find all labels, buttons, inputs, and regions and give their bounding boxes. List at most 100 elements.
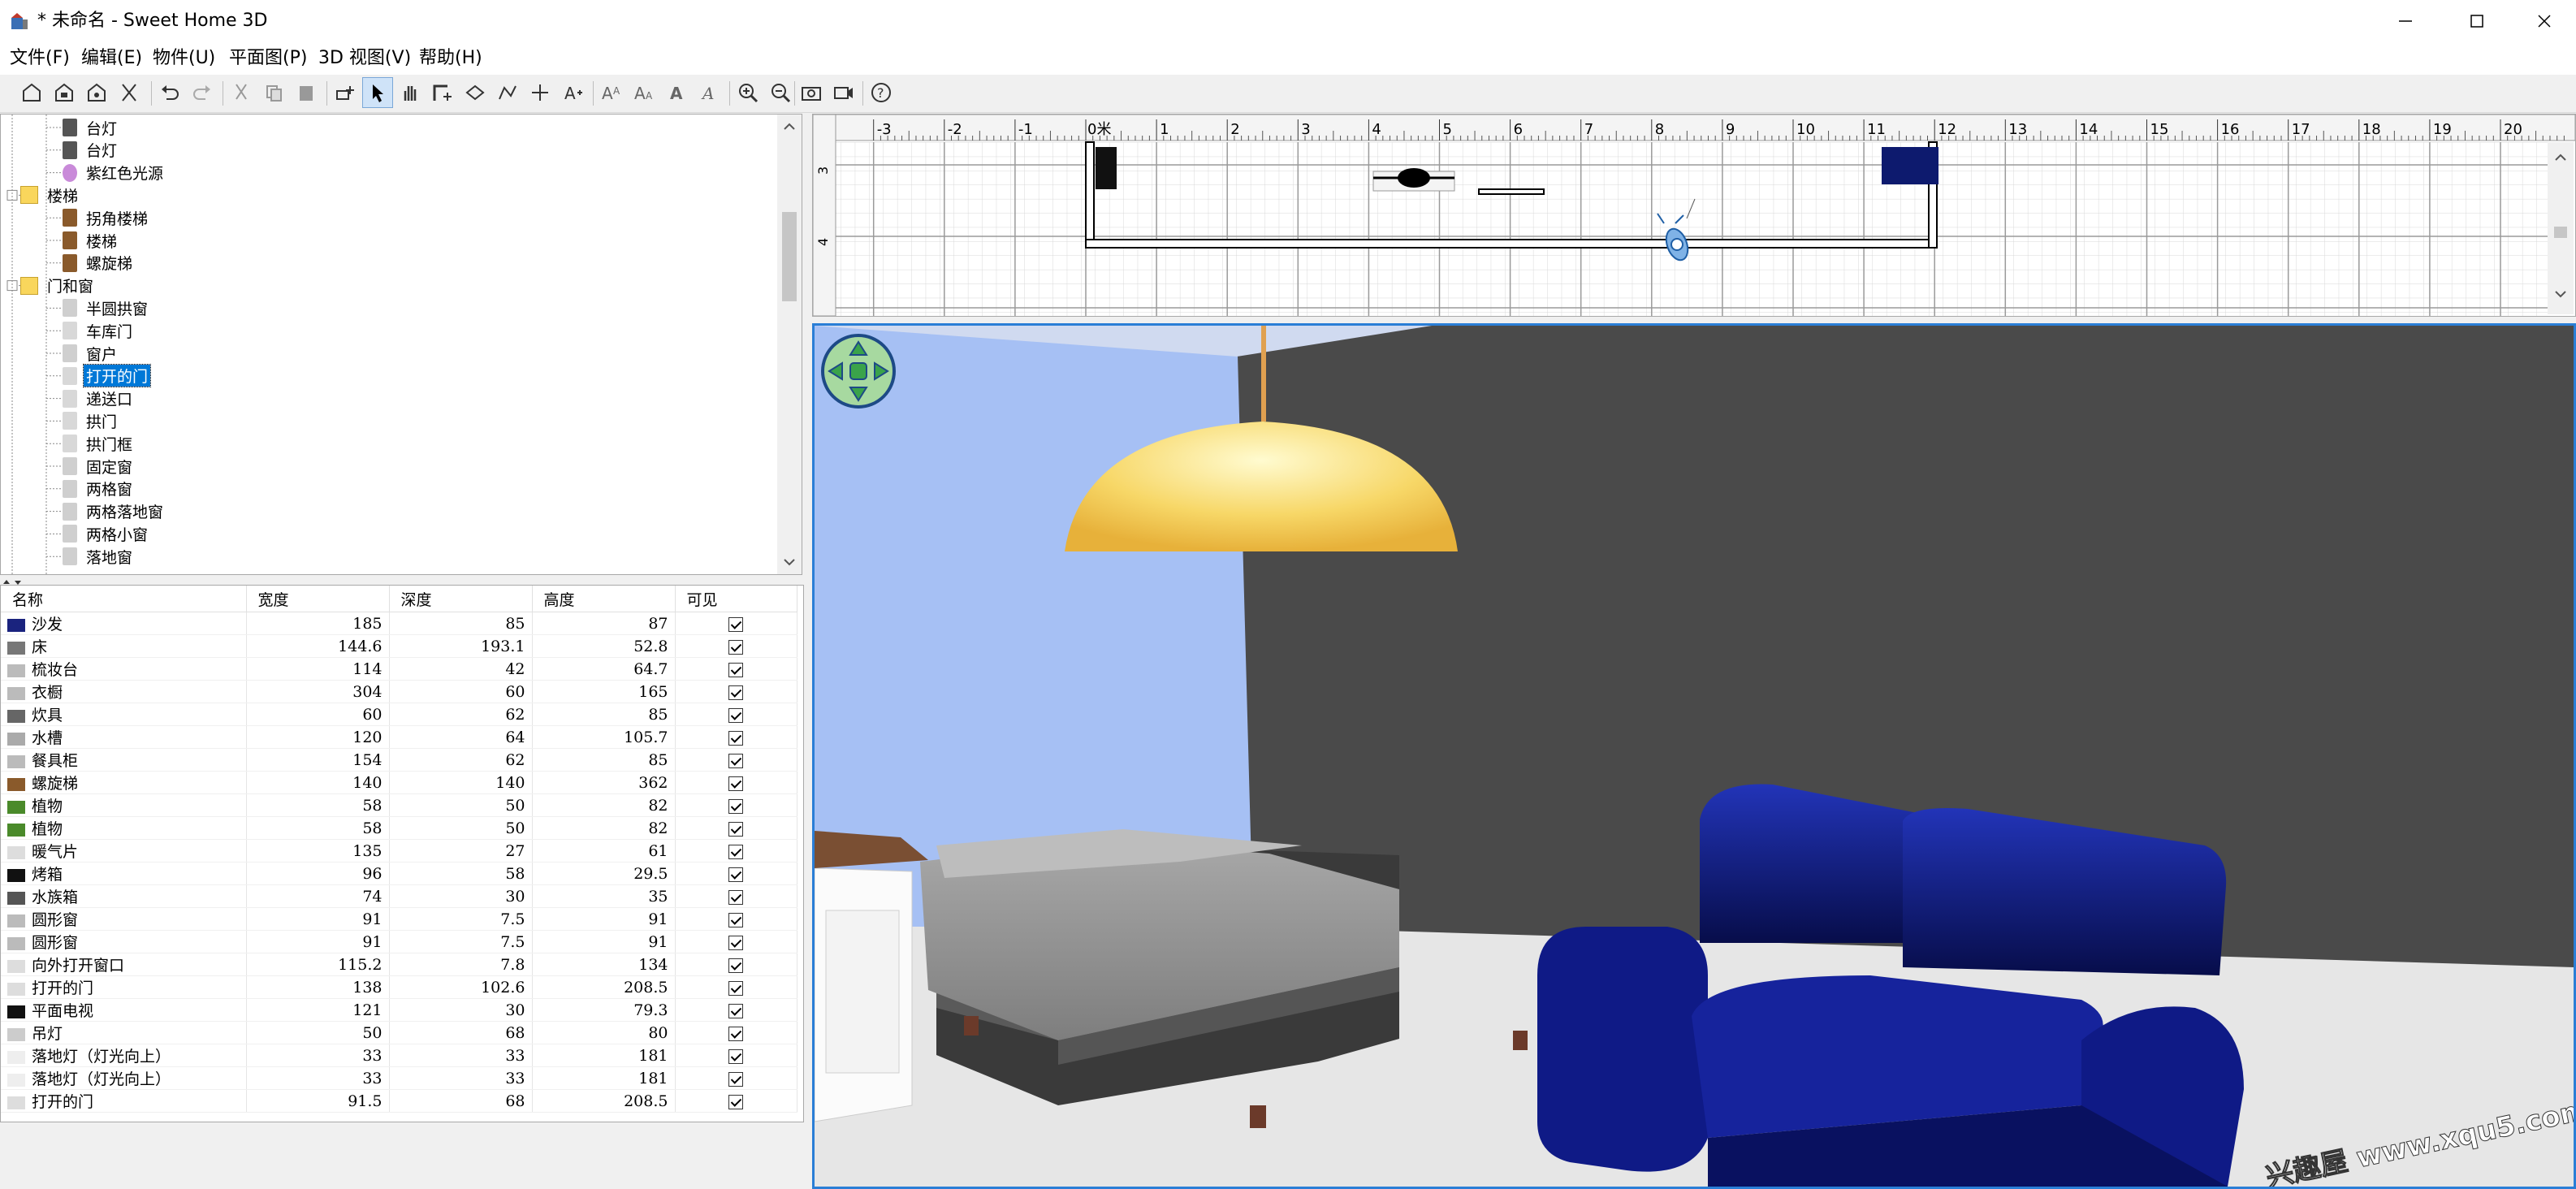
increase-text-button[interactable]: AA: [596, 77, 627, 108]
zoom-out-button[interactable]: [765, 77, 796, 108]
expander-icon[interactable]: [6, 189, 18, 201]
table-row[interactable]: 暖气片 135 27 61: [1, 839, 797, 863]
visible-checkbox[interactable]: [728, 958, 743, 973]
catalog-item[interactable]: 拱门: [63, 409, 119, 432]
visible-checkbox[interactable]: [728, 912, 743, 927]
table-row[interactable]: 圆形窗 91 7.5 91: [1, 907, 797, 931]
zoom-in-button[interactable]: [733, 77, 763, 108]
table-row[interactable]: 圆形窗 91 7.5 91: [1, 930, 797, 953]
visible-checkbox[interactable]: [728, 889, 743, 905]
visible-checkbox[interactable]: [728, 1071, 743, 1087]
table-row[interactable]: 沙发 185 85 87: [1, 612, 797, 635]
catalog-item[interactable]: 窗户: [63, 342, 119, 365]
catalog-scrollbar[interactable]: [777, 115, 802, 574]
plan-view[interactable]: 0米 -3 -2 -1 1 2 3 4 5 6 7 8 9 10 11 12 13 14 15 16 17 18 19 20…: [812, 114, 2576, 317]
visible-checkbox[interactable]: [728, 980, 743, 996]
help-button[interactable]: ?: [866, 77, 897, 108]
add-text-button[interactable]: A: [557, 77, 588, 108]
catalog-item[interactable]: 紫红色光源: [63, 162, 166, 184]
table-row[interactable]: 烤箱 96 58 29.5: [1, 862, 797, 885]
catalog-item[interactable]: 两格小窗: [63, 522, 150, 545]
redo-button[interactable]: [187, 77, 218, 108]
table-row[interactable]: 炊具 60 62 85: [1, 703, 797, 726]
maximize-button[interactable]: [2441, 0, 2513, 42]
cut-tool-button[interactable]: [114, 77, 145, 108]
menu-file[interactable]: 文件(F): [10, 46, 70, 71]
catalog-category[interactable]: 门和窗: [20, 275, 96, 297]
select-mode-button[interactable]: [362, 77, 393, 108]
create-walls-button[interactable]: [427, 77, 458, 108]
expander-icon[interactable]: [6, 280, 18, 292]
col-visible[interactable]: 可见: [675, 586, 797, 612]
table-row[interactable]: 植物 58 50 82: [1, 793, 797, 817]
visible-checkbox[interactable]: [728, 730, 743, 746]
visible-checkbox[interactable]: [728, 707, 743, 723]
visible-checkbox[interactable]: [728, 798, 743, 814]
table-row[interactable]: 打开的门 91.5 68 208.5: [1, 1089, 797, 1113]
visible-checkbox[interactable]: [728, 935, 743, 950]
table-row[interactable]: 梳妆台 114 42 64.7: [1, 657, 797, 681]
table-row[interactable]: 水族箱 74 30 35: [1, 884, 797, 908]
menu-3d-view[interactable]: 3D 视图(V): [318, 46, 411, 71]
col-width[interactable]: 宽度: [246, 586, 390, 612]
visible-checkbox[interactable]: [728, 685, 743, 700]
plan-furniture-item[interactable]: [1096, 147, 1117, 189]
visible-checkbox[interactable]: [728, 753, 743, 768]
visible-checkbox[interactable]: [728, 867, 743, 882]
undo-button[interactable]: [154, 77, 185, 108]
visible-checkbox[interactable]: [728, 639, 743, 655]
catalog-category[interactable]: 楼梯: [20, 184, 80, 206]
catalog-item[interactable]: 落地窗: [63, 545, 135, 568]
visible-checkbox[interactable]: [728, 844, 743, 859]
create-rooms-button[interactable]: [460, 77, 491, 108]
cut-button[interactable]: [226, 77, 257, 108]
col-height[interactable]: 高度: [532, 586, 676, 612]
table-row[interactable]: 餐具柜 154 62 85: [1, 748, 797, 772]
table-row[interactable]: 向外打开窗口 115.2 7.8 134: [1, 953, 797, 976]
table-row[interactable]: 螺旋梯 140 140 362: [1, 771, 797, 794]
minimize-button[interactable]: [2370, 0, 2441, 42]
visible-checkbox[interactable]: [728, 616, 743, 632]
3d-view[interactable]: 兴趣屋 www.xqu5.com: [812, 323, 2576, 1189]
navigation-arrows[interactable]: [821, 334, 896, 409]
copy-button[interactable]: [258, 77, 289, 108]
visible-checkbox[interactable]: [728, 1094, 743, 1109]
plan-canvas[interactable]: 0米 -3 -2 -1 1 2 3 4 5 6 7 8 9 10 11 12 13 14 15 16 17 18 19 20…: [813, 115, 2575, 316]
create-video-button[interactable]: [828, 77, 859, 108]
create-polylines-button[interactable]: [492, 77, 523, 108]
menu-edit[interactable]: 编辑(E): [81, 46, 142, 71]
table-row[interactable]: 吊灯 50 68 80: [1, 1021, 797, 1044]
catalog-item[interactable]: 拱门框: [63, 432, 135, 455]
catalog-item[interactable]: 台灯: [63, 116, 119, 139]
plan-sofa[interactable]: [1882, 147, 1938, 184]
visible-checkbox[interactable]: [728, 1048, 743, 1064]
plan-window[interactable]: [1478, 188, 1545, 195]
paste-button[interactable]: [291, 77, 322, 108]
catalog-item[interactable]: 螺旋梯: [63, 252, 135, 275]
open-button[interactable]: [49, 77, 80, 108]
catalog-item[interactable]: 半圆拱窗: [63, 296, 150, 319]
menu-plan[interactable]: 平面图(P): [229, 46, 307, 71]
decrease-text-button[interactable]: AA: [629, 77, 659, 108]
plan-scrollbar[interactable]: [2548, 142, 2574, 314]
new-home-button[interactable]: [16, 77, 47, 108]
horizontal-splitter[interactable]: [0, 575, 804, 585]
catalog-item[interactable]: 固定窗: [63, 455, 135, 478]
catalog-item[interactable]: 车库门: [63, 319, 135, 342]
menu-help[interactable]: 帮助(H): [419, 46, 482, 71]
create-photo-button[interactable]: [796, 77, 827, 108]
catalog-item[interactable]: 打开的门: [63, 364, 152, 388]
menu-furniture[interactable]: 物件(U): [153, 46, 215, 71]
table-row[interactable]: 落地灯（灯光向上） 33 33 181: [1, 1044, 797, 1067]
catalog-item[interactable]: 两格落地窗: [63, 500, 166, 523]
visible-checkbox[interactable]: [728, 1026, 743, 1041]
visible-checkbox[interactable]: [728, 662, 743, 677]
italic-text-button[interactable]: A: [694, 77, 724, 108]
visible-checkbox[interactable]: [728, 776, 743, 791]
create-dimensions-button[interactable]: [525, 77, 555, 108]
visible-checkbox[interactable]: [728, 1003, 743, 1018]
catalog-item[interactable]: 两格窗: [63, 478, 135, 500]
table-row[interactable]: 床 144.6 193.1 52.8: [1, 634, 797, 658]
add-furniture-button[interactable]: [330, 77, 361, 108]
catalog-item[interactable]: 台灯: [63, 139, 119, 162]
